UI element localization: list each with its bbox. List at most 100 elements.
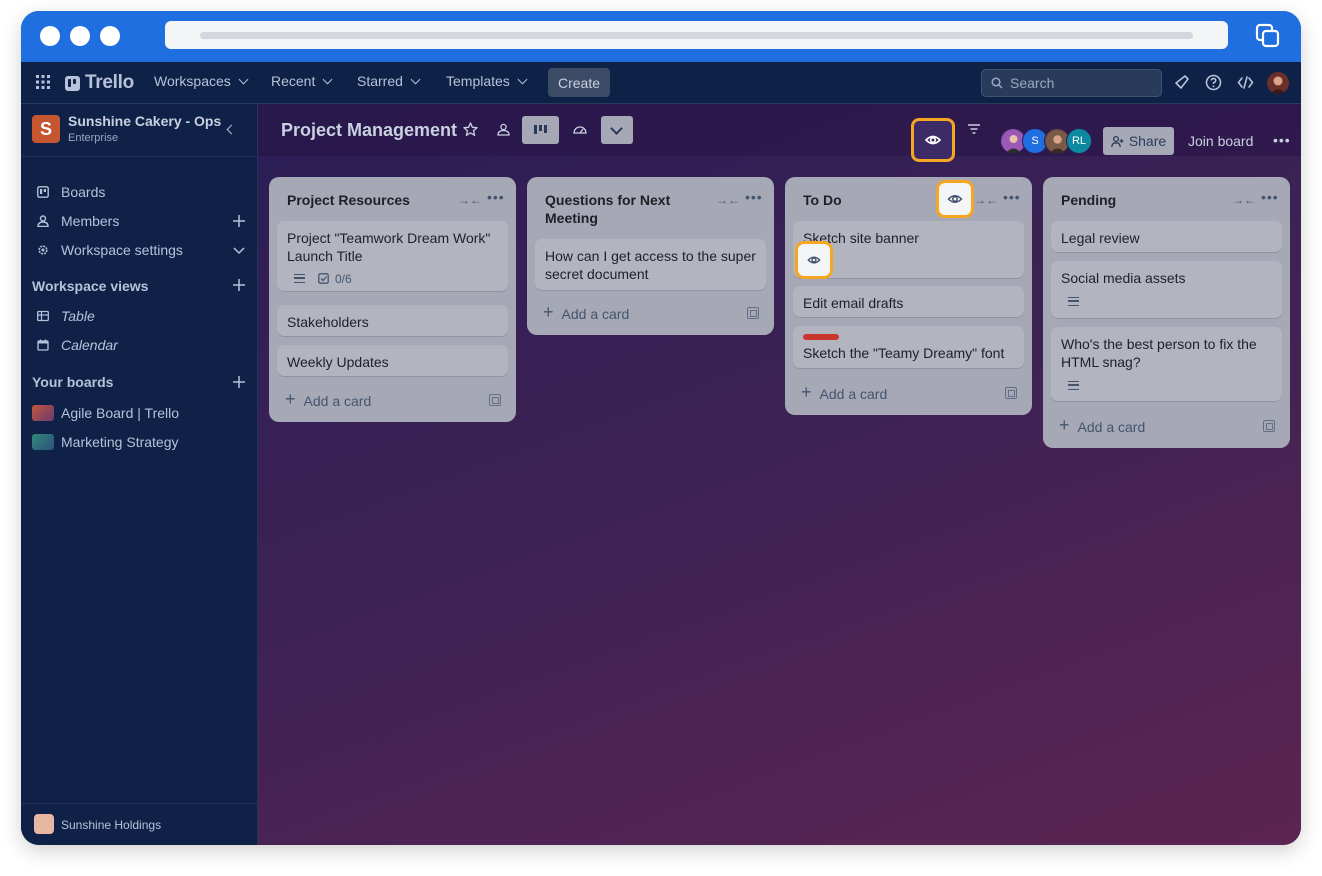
card-title: Social media assets xyxy=(1061,270,1186,286)
help-icon[interactable] xyxy=(1205,74,1222,91)
share-button[interactable]: Share xyxy=(1103,127,1174,155)
nav-workspaces-label: Workspaces xyxy=(154,73,231,89)
add-card-button[interactable]: + Add a card xyxy=(543,302,630,323)
browser-toolbar xyxy=(21,11,1301,62)
card[interactable]: How can I get access to the super secret… xyxy=(535,239,766,290)
top-navigation: Trello Workspaces Recent Starred Templat… xyxy=(21,62,1301,104)
add-view-icon[interactable] xyxy=(233,279,245,291)
user-avatar[interactable] xyxy=(1267,72,1289,94)
workspace-visibility-icon[interactable] xyxy=(496,122,511,137)
code-icon[interactable] xyxy=(1237,74,1254,91)
window-zoom-dot[interactable] xyxy=(100,26,120,46)
watching-card-badge[interactable] xyxy=(795,241,833,279)
board-title[interactable]: Project Management xyxy=(281,120,457,141)
plus-icon: + xyxy=(1059,415,1070,435)
trello-logo[interactable]: Trello xyxy=(65,72,134,94)
nav-templates-menu[interactable]: Templates xyxy=(446,73,528,89)
nav-starred-menu[interactable]: Starred xyxy=(357,73,421,89)
board-thumbnail xyxy=(32,434,54,450)
sidebar-item-table[interactable]: Table xyxy=(21,303,258,329)
card[interactable]: Social media assets xyxy=(1051,261,1282,318)
dashboard-icon[interactable] xyxy=(572,122,588,137)
card-title: Stakeholders xyxy=(287,314,369,330)
card[interactable]: Edit email drafts xyxy=(793,286,1024,317)
chevron-down-icon xyxy=(322,74,333,84)
list-menu-button[interactable]: ••• xyxy=(745,189,763,205)
board-menu-button[interactable]: ••• xyxy=(1273,132,1291,148)
collapse-list-icon[interactable]: →← xyxy=(974,193,998,207)
views-dropdown-button[interactable] xyxy=(601,116,633,144)
nav-recent-label: Recent xyxy=(271,73,316,89)
chevron-down-icon[interactable] xyxy=(233,244,245,256)
card[interactable]: Who's the best person to fix the HTML sn… xyxy=(1051,327,1282,401)
workspace-logo[interactable]: S xyxy=(32,115,60,143)
sidebar-item-label: Boards xyxy=(61,184,106,200)
nav-recent-menu[interactable]: Recent xyxy=(271,73,333,89)
board-view-button[interactable] xyxy=(522,116,559,144)
list-title[interactable]: Questions for Next Meeting xyxy=(545,191,705,227)
card-template-icon[interactable] xyxy=(747,307,759,319)
collapse-list-icon[interactable]: →← xyxy=(458,193,482,207)
address-placeholder-line xyxy=(200,32,1193,39)
list-menu-button[interactable]: ••• xyxy=(1261,189,1279,205)
card[interactable]: Stakeholders xyxy=(277,305,508,336)
trello-logo-text: Trello xyxy=(85,72,134,93)
filter-icon[interactable] xyxy=(967,122,981,136)
card[interactable]: Sketch the "Teamy Dreamy" font xyxy=(793,326,1024,368)
board-canvas: Project Management S RL Share Join board… xyxy=(258,104,1301,845)
eye-icon xyxy=(924,135,942,145)
card[interactable]: Project "Teamwork Dream Work" Launch Tit… xyxy=(277,221,508,291)
nav-starred-label: Starred xyxy=(357,73,403,89)
add-card-button[interactable]: + Add a card xyxy=(1059,415,1145,436)
copy-icon[interactable] xyxy=(1255,23,1281,49)
sidebar-board-agile[interactable]: Agile Board | Trello xyxy=(21,400,258,426)
collapse-list-icon[interactable]: →← xyxy=(1232,193,1256,207)
add-card-button[interactable]: + Add a card xyxy=(801,382,887,403)
checklist-icon xyxy=(318,273,329,284)
sidebar-item-label: Marketing Strategy xyxy=(61,434,179,450)
checklist-count: 0/6 xyxy=(335,272,352,286)
window-minimize-dot[interactable] xyxy=(70,26,90,46)
window-close-dot[interactable] xyxy=(40,26,60,46)
list-menu-button[interactable]: ••• xyxy=(487,189,505,205)
sidebar-item-members[interactable]: Members xyxy=(21,208,258,234)
join-board-button[interactable]: Join board xyxy=(1188,133,1253,149)
list-title[interactable]: Project Resources xyxy=(287,191,447,209)
enterprise-logo xyxy=(34,814,54,834)
description-icon xyxy=(294,274,305,283)
star-icon[interactable] xyxy=(463,122,478,137)
workspace-name[interactable]: Sunshine Cakery - Ops xyxy=(68,113,221,129)
list-title[interactable]: Pending xyxy=(1061,191,1221,209)
sidebar-item-workspace-settings[interactable]: Workspace settings xyxy=(21,237,258,263)
card-template-icon[interactable] xyxy=(1263,420,1275,432)
sidebar-item-label: Agile Board | Trello xyxy=(61,405,180,421)
card-template-icon[interactable] xyxy=(1005,387,1017,399)
create-button[interactable]: Create xyxy=(548,68,610,97)
card-template-icon[interactable] xyxy=(489,394,501,406)
add-board-icon[interactable] xyxy=(233,376,245,388)
search-input[interactable]: Search xyxy=(981,69,1162,97)
card-label-red[interactable] xyxy=(803,334,839,340)
list-menu-button[interactable]: ••• xyxy=(1003,189,1021,205)
add-member-icon[interactable] xyxy=(233,215,245,227)
chevron-down-icon xyxy=(410,74,421,84)
card[interactable]: Weekly Updates xyxy=(277,345,508,376)
sidebar-item-calendar[interactable]: Calendar xyxy=(21,332,258,358)
sidebar-footer[interactable]: Sunshine Holdings xyxy=(21,803,258,845)
member-avatar[interactable]: RL xyxy=(1066,128,1092,154)
add-card-label: Add a card xyxy=(561,305,630,322)
card-title: How can I get access to the super secret… xyxy=(545,248,756,282)
nav-workspaces-menu[interactable]: Workspaces xyxy=(154,73,249,89)
card[interactable]: Sketch site banner xyxy=(793,221,1024,279)
address-bar[interactable] xyxy=(165,21,1228,49)
megaphone-icon[interactable] xyxy=(1173,74,1190,91)
add-card-button[interactable]: + Add a card xyxy=(285,389,371,410)
card[interactable]: Legal review xyxy=(1051,221,1282,252)
sidebar-board-marketing[interactable]: Marketing Strategy xyxy=(21,429,258,455)
watch-list-button[interactable] xyxy=(936,180,974,218)
watch-board-button[interactable] xyxy=(911,118,955,162)
app-switcher-icon[interactable] xyxy=(36,75,50,89)
collapse-list-icon[interactable]: →← xyxy=(716,193,740,207)
collapse-sidebar-icon[interactable] xyxy=(226,124,237,135)
sidebar-item-boards[interactable]: Boards xyxy=(21,179,258,205)
